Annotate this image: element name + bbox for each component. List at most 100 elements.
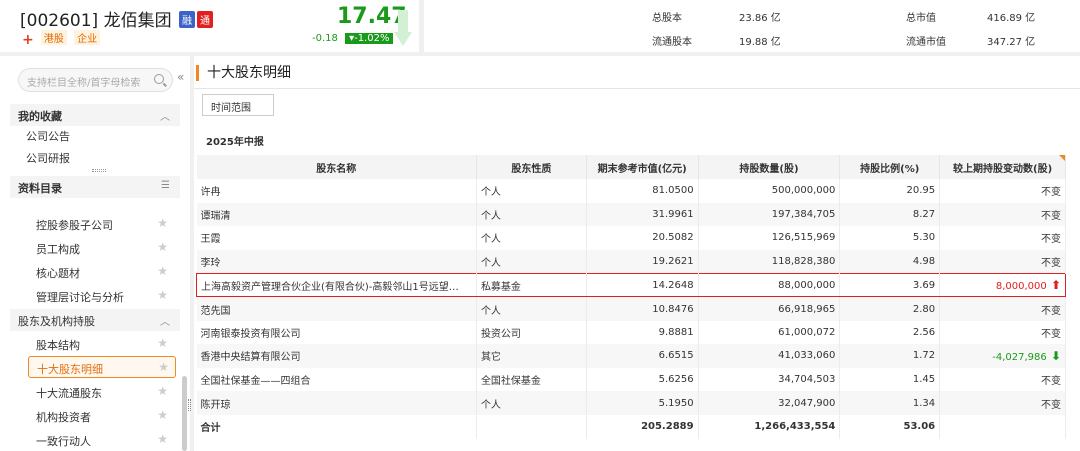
cell-holder-name: 河南银泰投资有限公司 [196,320,477,345]
margin-badge[interactable]: 融 [178,11,195,28]
cell-ratio: 8.27 [839,202,941,227]
sort-icon[interactable]: ☰ [161,180,170,191]
favorites-header[interactable]: 我的收藏 ︿ [10,104,180,126]
cell-change: 8,000,000 ⬆ [939,272,1066,298]
table-row[interactable]: 范先国 个人 10.8476 66,918,965 2.80 不变 [196,296,1066,321]
star-icon[interactable]: ★ [157,336,168,350]
cell-market-value: 81.0500 [586,179,699,203]
cell-change: -4,027,986 ⬇ [939,344,1066,368]
sidebar-item-top10-holders[interactable]: 十大股东明细 ★ [28,356,176,378]
sidebar-item-subsidiaries[interactable]: 控股参股子公司 ★ [10,213,180,235]
col-header-ratio[interactable]: 持股比例(%) [839,155,941,179]
star-icon[interactable]: ★ [157,384,168,398]
sort-corner-icon [1059,155,1065,161]
total-mcap-label: 总市值 [906,13,936,24]
favorite-item-announcements[interactable]: 公司公告 [10,124,180,146]
table-row[interactable]: 上海高毅资产管理合伙企业(有限合伙)-高毅邻山1号远望… 私募基金 14.2648 8… [196,272,1066,298]
tag-enterprise[interactable]: 企业 [74,30,101,45]
cell-market-value: 6.6515 [586,344,699,368]
search-icon[interactable] [154,74,164,84]
chevron-up-icon[interactable]: ︿ [160,313,170,328]
col-header-shares[interactable]: 持股数量(股) [698,155,841,179]
star-icon[interactable]: ★ [157,240,168,254]
cell-change: 不变 [939,249,1066,274]
cell-holder-name: 王霞 [196,226,477,250]
sidebar-item-employees[interactable]: 员工构成 ★ [10,237,180,259]
sidebar-item-concert-parties[interactable]: 一致行动人 ★ [10,429,180,451]
sidebar-item-core-themes[interactable]: 核心题材 ★ [10,261,180,283]
table-row[interactable]: 陈开琼 个人 5.1950 32,047,900 1.34 不变 [196,391,1066,415]
total-shares: 1,266,433,554 [698,414,841,439]
float-mcap-label: 流通市值 [906,37,946,48]
sidebar-item-share-structure[interactable]: 股本结构 ★ [10,333,180,355]
catalog-header[interactable]: 资料目录 ☰ [10,176,180,198]
resize-handle[interactable] [92,169,106,172]
star-icon[interactable]: ★ [158,360,169,374]
star-icon[interactable]: ★ [157,264,168,278]
col-header-type[interactable]: 股东性质 [476,155,587,179]
page-title: 十大股东明细 [196,65,291,81]
cell-shares: 126,515,969 [698,226,841,250]
sidebar-item-top10-float-holders[interactable]: 十大流通股东 ★ [10,381,180,403]
sidebar-item-institutional[interactable]: 机构投资者 ★ [10,405,180,427]
cell-market-value: 5.6256 [586,367,699,392]
cell-ratio: 3.69 [839,272,941,298]
cell-holder-type: 投资公司 [476,320,587,345]
favorite-item-research[interactable]: 公司研报 [10,146,180,168]
sidebar-scrollbar[interactable] [182,376,187,451]
tag-hk-stock[interactable]: 港股 [40,30,67,45]
table-row[interactable]: 河南银泰投资有限公司 投资公司 9.8881 61,000,072 2.56 不变 [196,320,1066,345]
cell-change: 不变 [939,179,1066,203]
star-icon[interactable]: ★ [157,408,168,422]
total-change [939,414,1066,439]
star-icon[interactable]: ★ [157,216,168,230]
stock-header: [002601] 龙佰集团 融通 + 港股 企业 17.47 -0.18 ▾-1… [0,0,1080,56]
time-range-button[interactable]: 时间范围 [202,94,274,116]
cell-holder-name: 李玲 [196,249,477,274]
col-header-change[interactable]: 较上期持股变动数(股) [939,155,1066,179]
price-change: -0.18 [312,33,338,44]
total-type [476,414,587,439]
cell-ratio: 20.95 [839,179,941,203]
connect-badge[interactable]: 通 [196,11,213,28]
sidebar: 支持栏目全称/首字母检索 « 我的收藏 ︿ 公司公告 公司研报 资料目录 ☰ 控股参… [0,56,191,451]
stock-stats-card: 总股本 23.86 亿 总市值 416.89 亿 流通股本 19.88 亿 流通… [424,0,1080,52]
main-panel: 十大股东明细 时间范围 2025年中报 股东名称 股东性质 期末参考市值(亿元)… [194,56,1080,451]
add-favorite-icon[interactable]: + [22,32,34,48]
cell-holder-type: 个人 [476,226,587,250]
cell-change: 不变 [939,391,1066,415]
sidebar-item-mdna[interactable]: 管理层讨论与分析 ★ [10,285,180,307]
total-shares-label: 总股本 [652,13,682,24]
price-change-pct: ▾-1.02% [345,33,394,44]
sidebar-search-input[interactable]: 支持栏目全称/首字母检索 [18,68,173,92]
col-header-name[interactable]: 股东名称 [196,155,477,179]
shareholder-group-header[interactable]: 股东及机构持股 ︿ [10,309,180,331]
table-row[interactable]: 王霞 个人 20.5082 126,515,969 5.30 不变 [196,226,1066,250]
cell-ratio: 1.45 [839,367,941,392]
divider [194,88,1080,89]
sidebar-resize-handle[interactable] [188,399,191,411]
table-row[interactable]: 全国社保基金——四组合 全国社保基金 5.6256 34,704,503 1.45 不变 [196,367,1066,392]
col-header-market-value[interactable]: 期末参考市值(亿元) [586,155,699,179]
table-row[interactable]: 李玲 个人 19.2621 118,828,380 4.98 不变 [196,249,1066,274]
cell-holder-name: 范先国 [196,296,477,321]
cell-ratio: 1.34 [839,391,941,415]
cell-change: 不变 [939,202,1066,227]
table-row[interactable]: 香港中央结算有限公司 其它 6.6515 41,033,060 1.72 -4,027,9… [196,344,1066,368]
cell-holder-type: 个人 [476,296,587,321]
star-icon[interactable]: ★ [157,432,168,446]
cell-ratio: 5.30 [839,226,941,250]
cell-ratio: 2.80 [839,296,941,321]
cell-holder-name: 全国社保基金——四组合 [196,367,477,392]
cell-market-value: 31.9961 [586,202,699,227]
collapse-sidebar-icon[interactable]: « [177,70,184,84]
chevron-up-icon[interactable]: ︿ [160,108,170,123]
cell-holder-type: 个人 [476,391,587,415]
report-period: 2025年中报 [206,137,264,148]
table-row[interactable]: 许冉 个人 81.0500 500,000,000 20.95 不变 [196,179,1066,203]
stock-code-name: [002601] 龙佰集团 [20,11,172,31]
cell-market-value: 20.5082 [586,226,699,250]
table-row[interactable]: 谭瑞清 个人 31.9961 197,384,705 8.27 不变 [196,202,1066,227]
star-icon[interactable]: ★ [157,288,168,302]
cell-holder-name: 陈开琼 [196,391,477,415]
